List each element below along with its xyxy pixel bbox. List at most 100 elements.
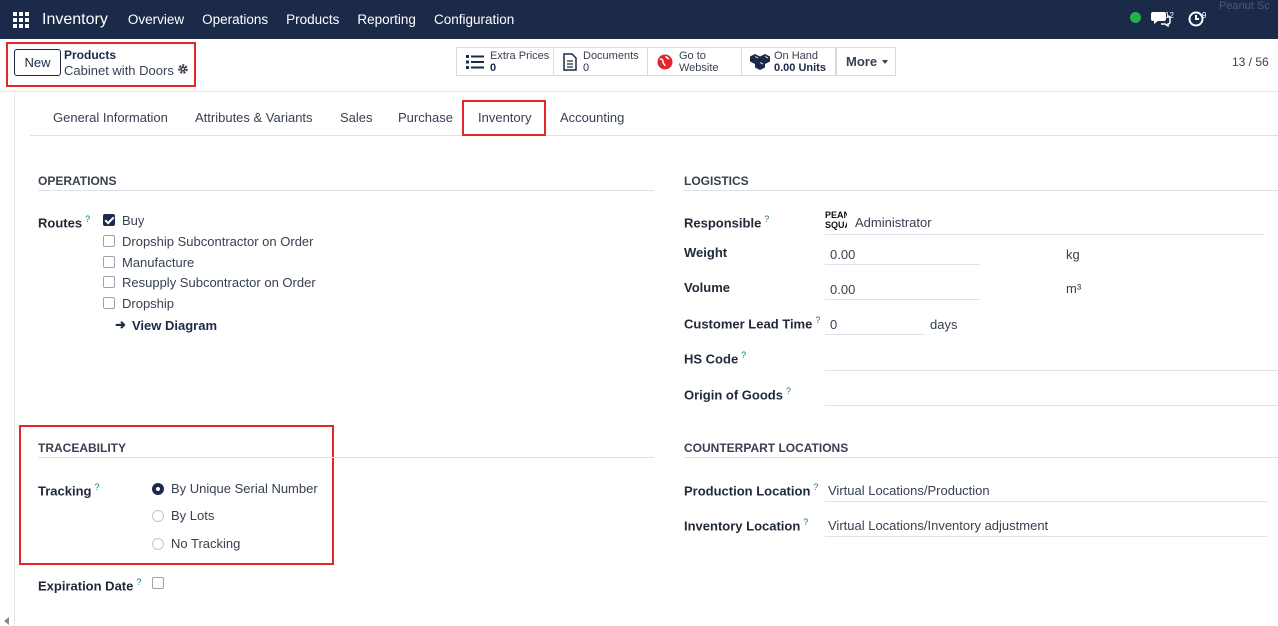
tabs-divider [30, 135, 1278, 136]
inventory-location-label-text: Inventory Location [684, 518, 801, 534]
tracking-label-text: Tracking [38, 483, 92, 499]
top-navbar: Inventory Overview Operations Products R… [0, 0, 1278, 39]
inventory-location-label: Inventory Location? [684, 517, 808, 533]
help-icon[interactable]: ? [764, 214, 769, 224]
documents-button[interactable]: Documents 0 [553, 47, 648, 76]
menu-reporting[interactable]: Reporting [357, 12, 416, 27]
responsible-label: Responsible? [684, 214, 769, 230]
highlight-inventory-tab [462, 100, 546, 136]
volume-label: Volume [684, 280, 730, 295]
routes-label-text: Routes [38, 215, 83, 231]
weight-label: Weight [684, 245, 728, 260]
route-manufacture-label: Manufacture [122, 255, 195, 270]
route-buy-checkbox[interactable] [103, 214, 115, 226]
status-online-icon [1130, 12, 1141, 23]
logistics-divider [684, 190, 1278, 191]
help-icon[interactable]: ? [136, 577, 141, 587]
route-dropship-subcontractor-checkbox[interactable] [103, 235, 115, 247]
lead-time-unit: days [930, 317, 958, 332]
inventory-location-underline [825, 536, 1267, 537]
cubes-icon [749, 53, 771, 71]
list-icon [466, 54, 484, 69]
hs-code-label-text: HS Code [684, 351, 739, 367]
origin-input[interactable] [825, 405, 1278, 406]
lead-time-underline [825, 334, 925, 335]
go-to-label: Go to [679, 49, 706, 62]
weight-value[interactable]: 0.00 [830, 247, 855, 262]
extra-prices-value: 0 [490, 61, 497, 74]
chat-count-badge: 12 [1165, 11, 1174, 20]
help-icon[interactable]: ? [813, 482, 818, 492]
responsible-label-text: Responsible [684, 215, 762, 231]
weight-underline [825, 264, 980, 265]
production-location-label-text: Production Location [684, 483, 811, 499]
inventory-location-value[interactable]: Virtual Locations/Inventory adjustment [828, 518, 1048, 533]
route-dropship-label: Dropship [122, 296, 175, 311]
counterpart-divider [684, 457, 1278, 458]
menu-overview[interactable]: Overview [128, 12, 184, 27]
production-location-value[interactable]: Virtual Locations/Production [828, 483, 990, 498]
help-icon[interactable]: ? [94, 482, 99, 492]
route-resupply-subcontractor-checkbox[interactable] [103, 276, 115, 288]
responsible-value[interactable]: Administrator [855, 215, 932, 230]
globe-icon [657, 54, 673, 70]
production-location-underline [825, 501, 1267, 502]
expiration-date-label-text: Expiration Date [38, 578, 134, 594]
pager-value[interactable]: 13 / 56 [1232, 55, 1269, 69]
help-icon[interactable]: ? [803, 517, 808, 527]
tab-purchase[interactable]: Purchase [398, 110, 453, 125]
route-buy-label: Buy [122, 213, 145, 228]
tab-general-information[interactable]: General Information [53, 110, 168, 125]
apps-grid-icon[interactable] [13, 11, 29, 28]
user-menu[interactable]: Peanut Sc [1219, 0, 1270, 12]
breadcrumb-current: Cabinet with Doors [64, 63, 174, 78]
origin-label-text: Origin of Goods [684, 387, 783, 403]
more-button[interactable]: More [836, 47, 896, 76]
activity-count-badge: 9 [1202, 11, 1207, 20]
help-icon[interactable]: ? [815, 315, 820, 325]
help-icon[interactable]: ? [786, 386, 791, 396]
counterpart-title: COUNTERPART LOCATIONS [684, 441, 849, 455]
hs-code-input[interactable] [825, 370, 1278, 371]
control-panel: New Products Cabinet with Doors Extra Pr… [0, 39, 1278, 92]
new-button[interactable]: New [14, 49, 61, 76]
responsible-underline [825, 234, 1265, 235]
extra-prices-label: Extra Prices [490, 49, 550, 62]
lead-time-value[interactable]: 0 [830, 317, 837, 332]
website-label: Website [679, 61, 719, 74]
go-to-website-button[interactable]: Go to Website [647, 47, 742, 76]
tab-attributes-variants[interactable]: Attributes & Variants [195, 110, 313, 125]
form-sheet: General Information Attributes & Variant… [14, 92, 1278, 626]
tracking-none-radio[interactable] [152, 538, 164, 550]
logistics-title: LOGISTICS [684, 174, 749, 188]
on-hand-label: On Hand [774, 49, 819, 62]
help-icon[interactable]: ? [85, 214, 90, 224]
help-icon[interactable]: ? [741, 350, 746, 360]
tracking-serial-radio[interactable] [152, 483, 164, 495]
volume-value[interactable]: 0.00 [830, 282, 855, 297]
lead-time-label-text: Customer Lead Time [684, 316, 813, 332]
route-manufacture-checkbox[interactable] [103, 256, 115, 268]
weight-unit: kg [1066, 247, 1080, 262]
gear-icon[interactable] [177, 63, 189, 78]
expiration-date-checkbox[interactable] [152, 577, 164, 589]
extra-prices-button[interactable]: Extra Prices 0 [456, 47, 554, 76]
breadcrumb-parent[interactable]: Products [64, 48, 116, 62]
scroll-left-icon[interactable] [4, 617, 9, 625]
documents-value: 0 [583, 61, 590, 74]
menu-products[interactable]: Products [286, 12, 339, 27]
app-brand[interactable]: Inventory [42, 11, 108, 29]
tracking-label: Tracking? [38, 482, 99, 498]
tracking-lots-radio[interactable] [152, 510, 164, 522]
tab-accounting[interactable]: Accounting [560, 110, 624, 125]
traceability-divider [38, 457, 654, 458]
on-hand-button[interactable]: On Hand 0.00 Units [741, 47, 836, 76]
volume-unit: m³ [1066, 281, 1082, 296]
menu-operations[interactable]: Operations [202, 12, 268, 27]
view-diagram-link[interactable]: View Diagram [132, 318, 217, 333]
tracking-lots-label: By Lots [171, 508, 215, 523]
operations-divider [38, 190, 654, 191]
tab-sales[interactable]: Sales [340, 110, 373, 125]
route-dropship-checkbox[interactable] [103, 297, 115, 309]
menu-configuration[interactable]: Configuration [434, 12, 514, 27]
